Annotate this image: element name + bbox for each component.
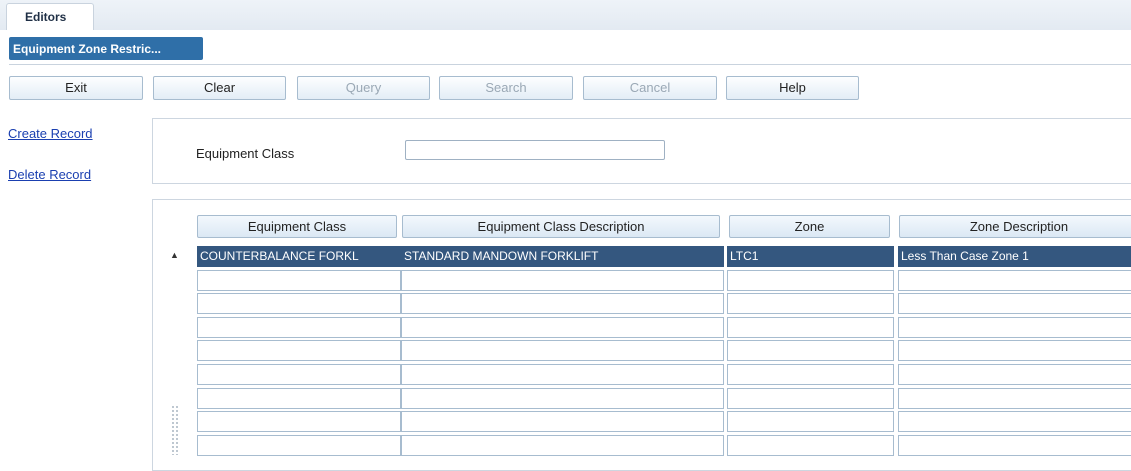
cell-equipment-class[interactable] xyxy=(197,411,401,432)
cell-zone-description[interactable] xyxy=(898,293,1131,314)
tab-divider xyxy=(9,64,1131,65)
cell-zone[interactable] xyxy=(727,317,894,338)
window-tab-strip: Editors xyxy=(0,0,1131,30)
search-button[interactable]: Search xyxy=(439,76,573,100)
cell-equipment-class[interactable] xyxy=(197,435,401,456)
help-button[interactable]: Help xyxy=(726,76,859,100)
column-header-equipment-class-description[interactable]: Equipment Class Description xyxy=(402,215,720,238)
cell-zone[interactable] xyxy=(727,411,894,432)
cell-equipment-class-description[interactable] xyxy=(401,364,724,385)
column-header-equipment-class[interactable]: Equipment Class xyxy=(197,215,397,238)
scroll-up-icon[interactable]: ▲ xyxy=(169,250,180,261)
cell-equipment-class-description[interactable] xyxy=(401,340,724,361)
equipment-class-label: Equipment Class xyxy=(196,146,295,161)
cell-zone-description[interactable] xyxy=(898,270,1131,291)
cell-equipment-class-description[interactable] xyxy=(401,411,724,432)
column-header-zone-description[interactable]: Zone Description xyxy=(899,215,1131,238)
cell-zone-description[interactable] xyxy=(898,411,1131,432)
cell-equipment-class-description[interactable]: STANDARD MANDOWN FORKLIFT xyxy=(401,246,724,267)
cell-equipment-class-description[interactable] xyxy=(401,270,724,291)
cell-equipment-class-description[interactable] xyxy=(401,293,724,314)
cell-zone[interactable] xyxy=(727,435,894,456)
exit-button[interactable]: Exit xyxy=(9,76,143,100)
cell-zone[interactable] xyxy=(727,364,894,385)
tab-editors[interactable]: Editors xyxy=(6,3,94,30)
cell-equipment-class[interactable] xyxy=(197,364,401,385)
cell-equipment-class[interactable] xyxy=(197,388,401,409)
cancel-button[interactable]: Cancel xyxy=(583,76,717,100)
tab-equipment-zone-restrictions[interactable]: Equipment Zone Restric... xyxy=(9,37,203,60)
cell-zone-description[interactable] xyxy=(898,435,1131,456)
cell-zone-description[interactable] xyxy=(898,340,1131,361)
cell-zone-description[interactable] xyxy=(898,388,1131,409)
cell-zone[interactable] xyxy=(727,270,894,291)
clear-button[interactable]: Clear xyxy=(153,76,286,100)
equipment-class-input[interactable] xyxy=(405,140,665,160)
delete-record-link[interactable]: Delete Record xyxy=(8,167,91,182)
cell-equipment-class[interactable] xyxy=(197,270,401,291)
cell-equipment-class-description[interactable] xyxy=(401,435,724,456)
cell-zone-description[interactable] xyxy=(898,364,1131,385)
column-header-zone[interactable]: Zone xyxy=(729,215,890,238)
cell-zone-description[interactable] xyxy=(898,317,1131,338)
cell-zone[interactable] xyxy=(727,388,894,409)
cell-equipment-class[interactable] xyxy=(197,293,401,314)
cell-equipment-class[interactable] xyxy=(197,317,401,338)
cell-zone[interactable] xyxy=(727,293,894,314)
cell-zone[interactable] xyxy=(727,340,894,361)
create-record-link[interactable]: Create Record xyxy=(8,126,93,141)
query-button[interactable]: Query xyxy=(297,76,430,100)
cell-equipment-class-description[interactable] xyxy=(401,317,724,338)
cell-equipment-class[interactable]: COUNTERBALANCE FORKL xyxy=(197,246,401,267)
cell-equipment-class[interactable] xyxy=(197,340,401,361)
cell-zone[interactable]: LTC1 xyxy=(727,246,894,267)
cell-equipment-class-description[interactable] xyxy=(401,388,724,409)
cell-zone-description[interactable]: Less Than Case Zone 1 xyxy=(898,246,1131,267)
resize-grip-icon[interactable] xyxy=(171,405,179,455)
